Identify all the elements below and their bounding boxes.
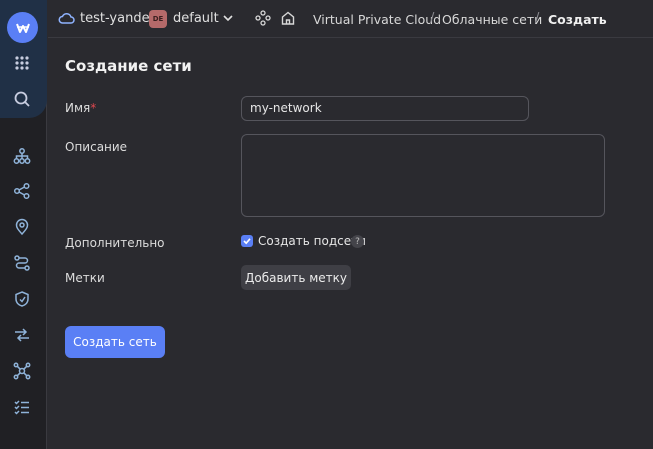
hub-icon[interactable] [11, 360, 33, 382]
create-network-button[interactable]: Создать сеть [65, 326, 165, 358]
yandex-cloud-logo[interactable] [7, 12, 38, 43]
name-label: Имя* [65, 101, 96, 115]
top-bar: test-yandex DE default Virtual Private C… [48, 0, 653, 38]
additional-label: Дополнительно [65, 236, 165, 250]
chevron-down-icon[interactable] [221, 11, 235, 29]
network-tree-icon[interactable] [11, 145, 33, 167]
grid-icon[interactable] [11, 52, 33, 74]
location-pin-icon[interactable] [11, 216, 33, 238]
add-tag-button[interactable]: Добавить метку [241, 265, 351, 290]
required-mark: * [90, 101, 97, 115]
cloud-icon [58, 11, 75, 29]
breadcrumb-vpc[interactable]: Virtual Private Cloud [313, 12, 441, 27]
cloud-name[interactable]: test-yandex [80, 11, 157, 26]
folder-badge: DE [149, 10, 167, 28]
arrows-exchange-icon[interactable] [11, 324, 33, 346]
breadcrumb-separator: / [535, 11, 540, 26]
breadcrumb-current: Создать [548, 12, 607, 27]
tags-label: Метки [65, 271, 105, 285]
checkmark-icon [243, 238, 251, 245]
name-label-text: Имя [65, 101, 91, 115]
checklist-icon[interactable] [11, 396, 33, 418]
help-icon[interactable]: ? [351, 235, 364, 248]
breadcrumb-networks[interactable]: Облачные сети [442, 12, 542, 27]
search-icon[interactable] [11, 88, 33, 110]
home-icon[interactable] [280, 10, 296, 30]
create-subnets-checkbox[interactable] [241, 235, 253, 247]
route-icon[interactable] [11, 252, 33, 274]
sidebar [0, 0, 47, 449]
shield-icon[interactable] [11, 288, 33, 310]
service-nodes-icon[interactable] [255, 10, 271, 30]
page-title: Создание сети [65, 57, 192, 75]
logo-icon [15, 23, 30, 33]
breadcrumb-separator: / [430, 11, 435, 26]
folder-name[interactable]: default [173, 11, 219, 26]
create-subnets-label[interactable]: Создать подсети [258, 234, 366, 248]
name-input[interactable]: my-network [241, 96, 529, 121]
share-nodes-icon[interactable] [11, 180, 33, 202]
description-label: Описание [65, 140, 128, 154]
description-textarea[interactable] [241, 134, 605, 217]
